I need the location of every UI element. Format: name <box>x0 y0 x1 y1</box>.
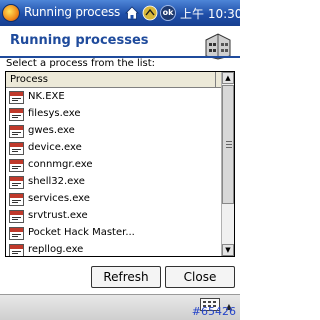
bottom-menu-bar: ▲ #65426 <box>0 294 240 320</box>
process-name: filesys.exe <box>28 108 81 119</box>
list-item[interactable]: repllog.exe <box>6 242 222 256</box>
application-window-icon <box>9 142 24 155</box>
close-button[interactable]: Close <box>165 266 235 288</box>
application-window-icon <box>9 227 24 240</box>
list-item[interactable]: gwes.exe <box>6 123 222 140</box>
list-item[interactable]: NK.EXE <box>6 89 222 106</box>
process-name: Pocket Hack Master... <box>28 227 135 238</box>
list-item[interactable]: filesys.exe <box>6 106 222 123</box>
scrollbar-thumb[interactable] <box>222 85 234 204</box>
application-window-icon <box>9 108 24 121</box>
application-window-icon <box>9 244 24 256</box>
list-header: Process <box>6 72 222 88</box>
list-item[interactable]: device.exe <box>6 140 222 157</box>
application-window-icon <box>9 210 24 223</box>
process-name: device.exe <box>28 142 82 153</box>
build-tag: #65426 <box>191 305 236 318</box>
ok-icon[interactable]: ok <box>160 5 176 21</box>
connectivity-icon[interactable] <box>142 5 158 21</box>
process-name: repllog.exe <box>28 244 84 255</box>
refresh-button[interactable]: Refresh <box>91 266 161 288</box>
app-title: Running process <box>24 5 121 19</box>
list-item[interactable]: shell32.exe <box>6 174 222 191</box>
process-name: services.exe <box>28 193 90 204</box>
application-window-icon <box>9 159 24 172</box>
process-rows: NK.EXE filesys.exe gwes.exe device.exe c… <box>6 89 222 256</box>
process-list[interactable]: Process NK.EXE filesys.exe gwes.exe devi… <box>5 71 235 257</box>
title-bar: Running process ok 上午 10:30 <box>0 0 242 26</box>
list-item[interactable]: Pocket Hack Master... <box>6 225 222 242</box>
scroll-down-arrow-icon[interactable]: ▼ <box>222 244 234 256</box>
list-item[interactable]: services.exe <box>6 191 222 208</box>
process-name: NK.EXE <box>28 91 65 102</box>
process-name: gwes.exe <box>28 125 75 136</box>
scroll-up-arrow-icon[interactable]: ▲ <box>222 72 234 84</box>
application-window-icon <box>9 193 24 206</box>
instruction-text: Select a process from the list: <box>6 58 156 69</box>
list-item[interactable]: srvtrust.exe <box>6 208 222 225</box>
clock[interactable]: 上午 10:30 <box>180 5 242 22</box>
process-name: connmgr.exe <box>28 159 93 170</box>
start-menu-windows-flag-icon[interactable] <box>2 4 20 22</box>
process-name: shell32.exe <box>28 176 85 187</box>
home-icon[interactable] <box>124 5 140 21</box>
page-title: Running processes <box>10 33 149 48</box>
column-header-process[interactable]: Process <box>6 72 216 88</box>
vertical-scrollbar[interactable]: ▲ ▼ <box>221 72 234 256</box>
application-window-icon <box>9 176 24 189</box>
process-name: srvtrust.exe <box>28 210 88 221</box>
application-window-icon <box>9 91 24 104</box>
list-item[interactable]: connmgr.exe <box>6 157 222 174</box>
application-window-icon <box>9 125 24 138</box>
